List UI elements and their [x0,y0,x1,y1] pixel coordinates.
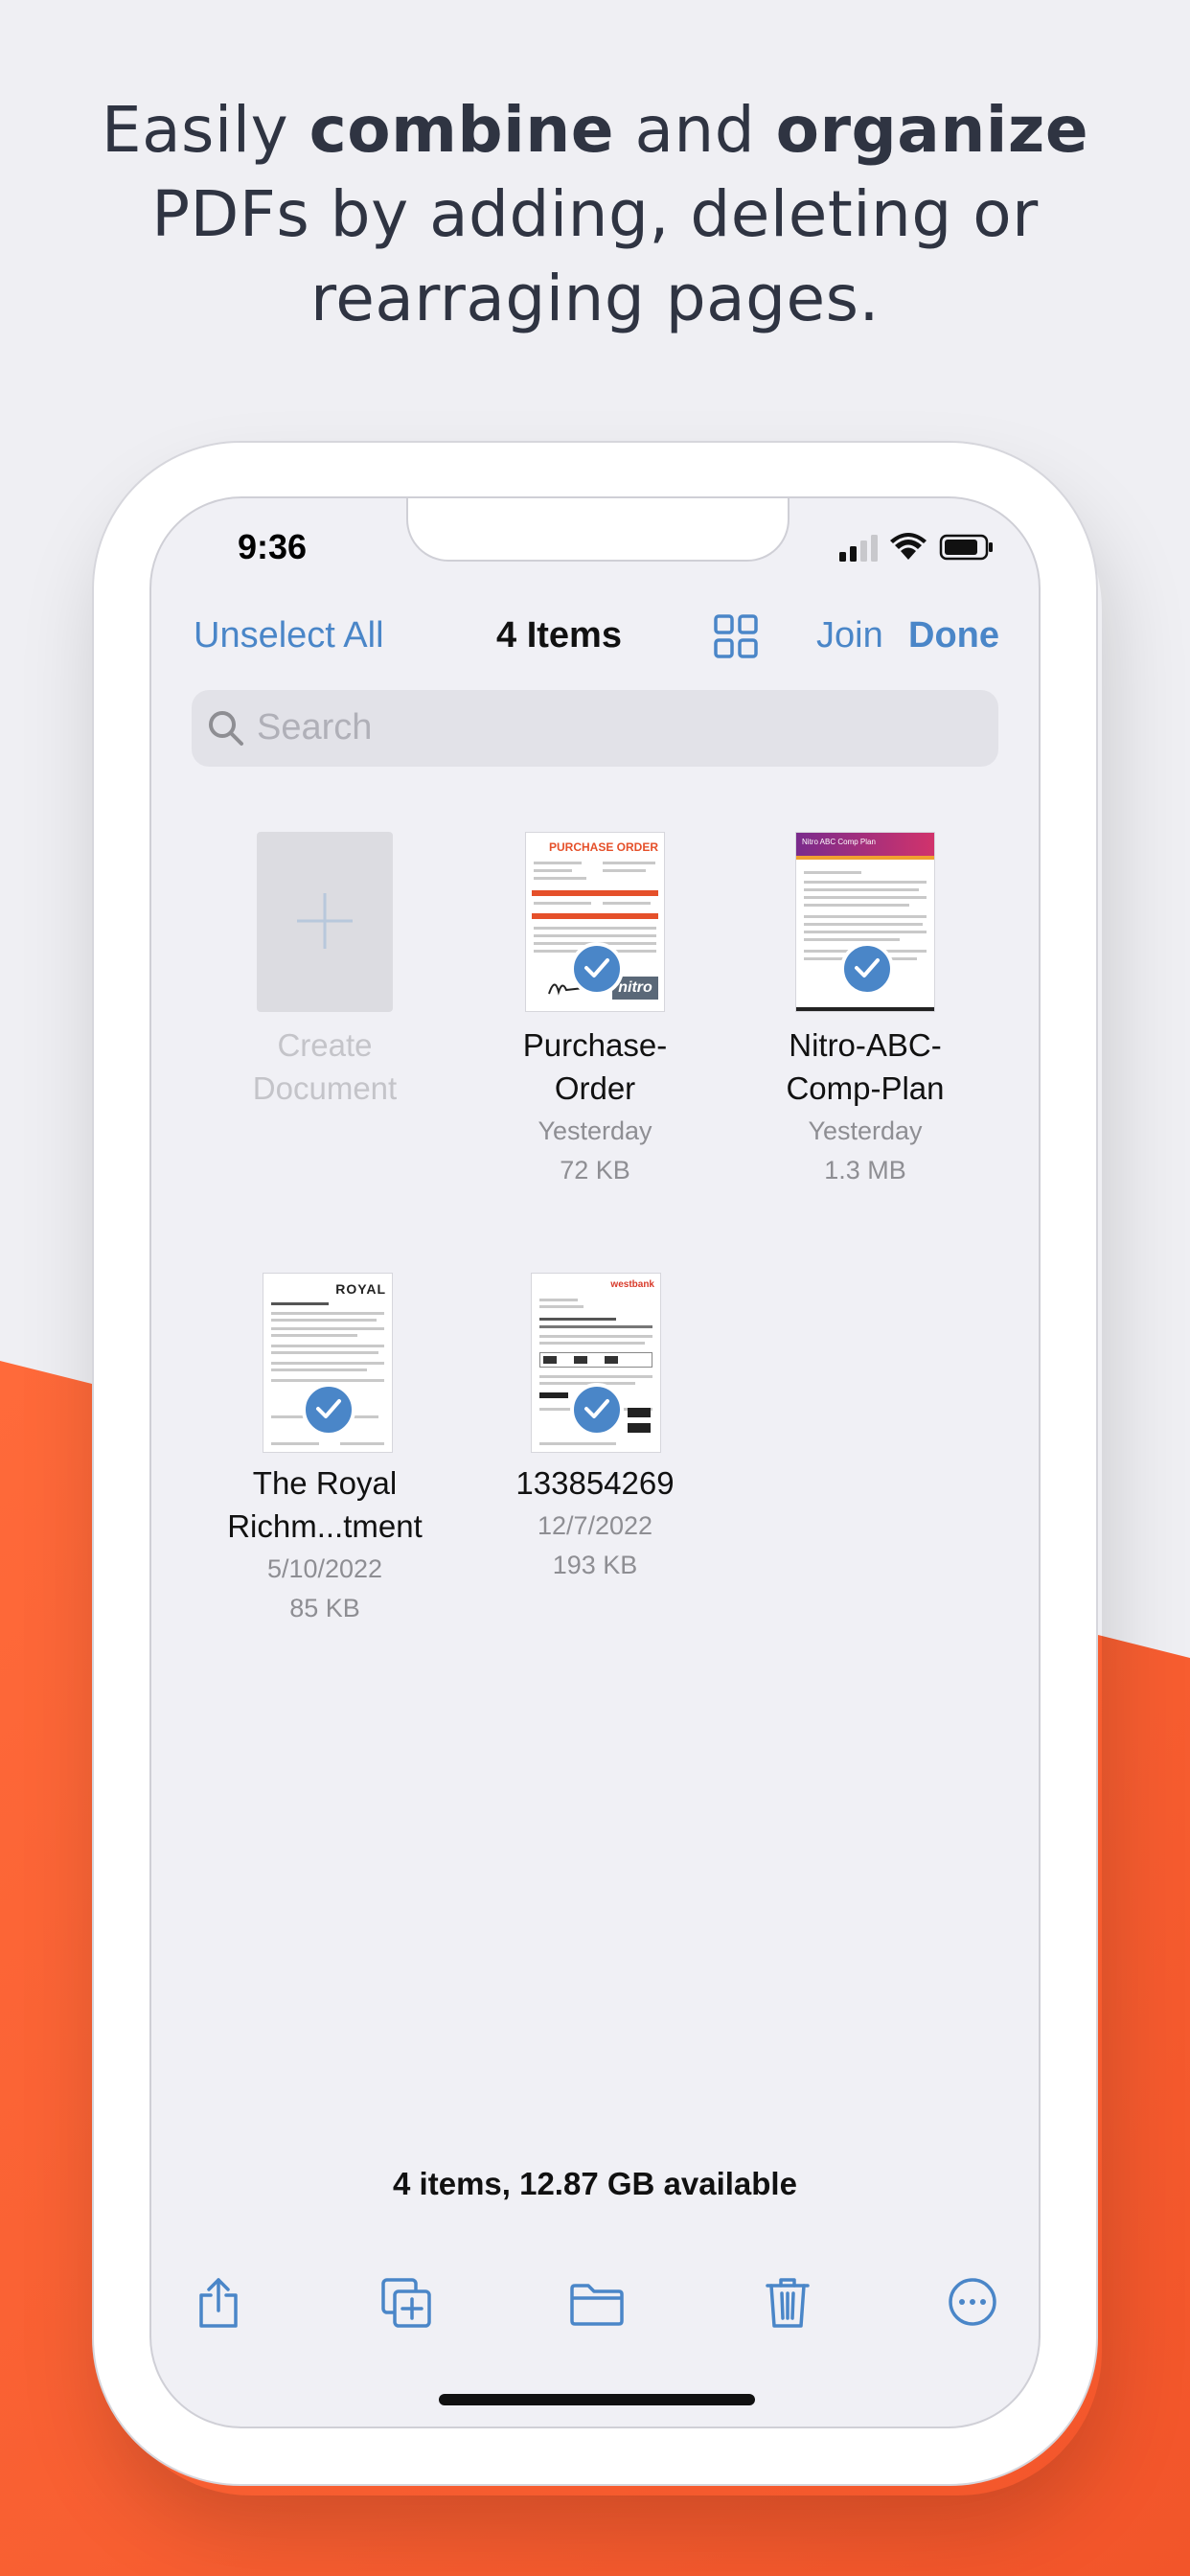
po-header-text: PURCHASE ORDER [548,840,658,854]
wifi-icon [890,533,927,560]
search-placeholder: Search [257,707,373,748]
grid-view-icon[interactable] [713,613,759,664]
signal-icon [839,535,878,562]
document-name: Nitro-ABC- [789,1027,942,1063]
phone-screen: 9:36 Unselect All 4 Items Join Done Sear… [149,496,1041,2428]
share-icon[interactable] [194,2276,243,2334]
checkmark-icon [584,958,609,978]
document-size: 72 KB [560,1156,630,1184]
plus-icon [297,893,353,949]
document-name-line2: Comp-Plan [786,1070,945,1106]
bank-logo: westbank [610,1279,654,1290]
status-time: 9:36 [238,527,308,566]
search-bar[interactable]: Search [192,690,998,767]
checkmark-icon [316,1399,341,1418]
status-icons [839,533,995,562]
document-name: Purchase- [522,1027,668,1063]
headline: Easily combine and organize PDFs by addi… [101,93,1089,335]
nav-bar: Unselect All 4 Items Join Done [151,613,1039,673]
selected-checkmark [570,942,624,996]
join-button[interactable]: Join [816,615,883,656]
document-thumbnail[interactable]: ROYAL [263,1273,393,1453]
done-button[interactable]: Done [908,615,999,656]
document-size: 85 KB [289,1594,360,1622]
document-date: 12/7/2022 [537,1511,653,1540]
document-date: 5/10/2022 [266,1554,383,1583]
create-label-line1: Create [277,1027,373,1063]
folder-icon[interactable] [569,2283,625,2332]
battery-icon [939,534,993,561]
selected-checkmark [840,942,894,996]
checkmark-icon [584,1399,609,1418]
selected-checkmark [302,1383,355,1437]
document-thumbnail[interactable]: PURCHASE ORDER nitro [525,832,665,1012]
document-name: The Royal [252,1465,398,1501]
document-name-line2: Order [554,1070,636,1106]
create-label-line2: Document [252,1070,398,1106]
document-thumbnail[interactable]: westbank [531,1273,661,1453]
document-date: Yesterday [808,1116,923,1145]
selected-checkmark [570,1383,624,1437]
duplicate-icon[interactable] [379,2276,433,2334]
document-name-line2: Richm...tment [227,1508,423,1544]
document-date: Yesterday [538,1116,652,1145]
search-icon [209,711,243,746]
notch [406,498,790,562]
document-thumbnail[interactable]: Nitro ABC Comp Plan [795,832,935,1012]
home-indicator [439,2394,755,2405]
royal-logo: ROYAL [335,1281,386,1297]
abc-header-text: Nitro ABC Comp Plan [802,838,876,846]
document-name: 133854269 [515,1465,675,1501]
trash-icon[interactable] [765,2276,811,2334]
checkmark-icon [855,958,880,978]
more-icon[interactable] [947,2276,998,2333]
document-size: 193 KB [552,1551,638,1579]
items-count-title: 4 Items [496,615,622,656]
unselect-all-button[interactable]: Unselect All [194,615,384,656]
document-size: 1.3 MB [824,1156,906,1184]
create-document-placeholder[interactable] [257,832,393,1012]
storage-summary: 4 items, 12.87 GB available [393,2166,797,2201]
